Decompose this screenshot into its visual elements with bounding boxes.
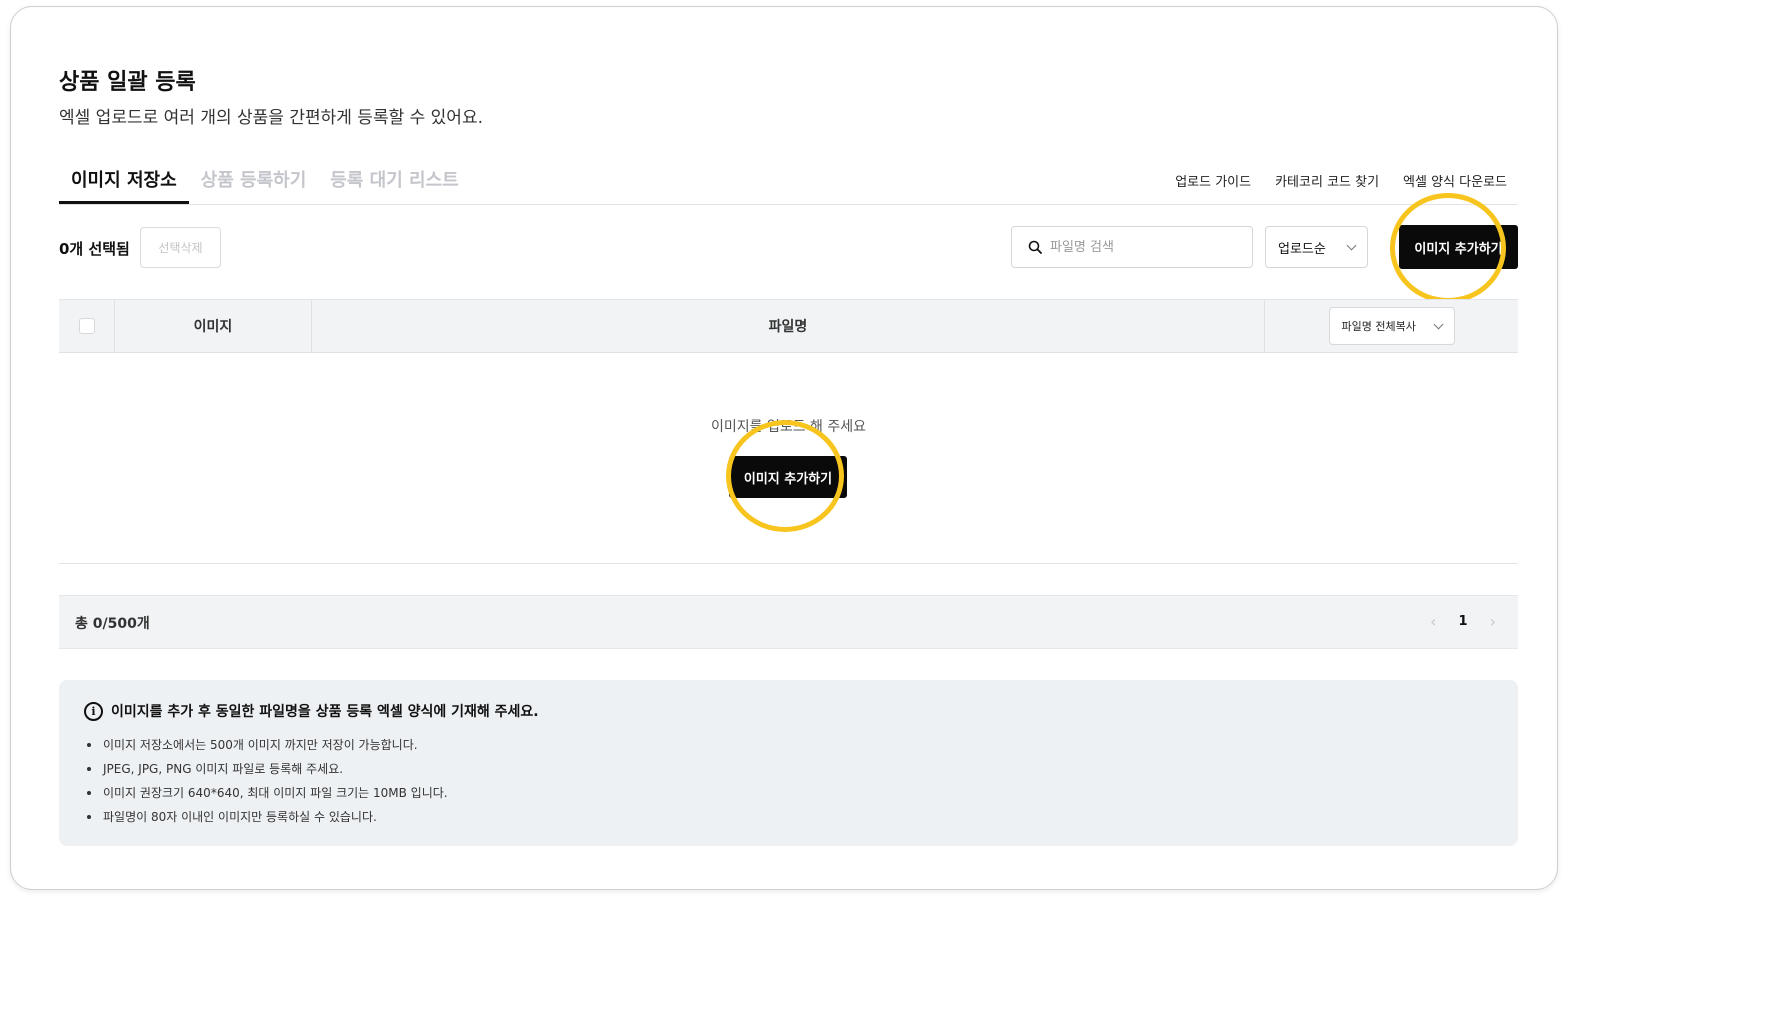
current-page[interactable]: 1 xyxy=(1459,614,1468,629)
notice-item: 이미지 저장소에서는 500개 이미지 까지만 저장이 가능합니다. xyxy=(87,736,448,760)
copy-cell: 파일명 전체복사 xyxy=(1265,300,1518,352)
empty-state-message: 이미지를 업로드 해 주세요 xyxy=(710,419,867,435)
add-image-button[interactable]: 이미지 추가하기 xyxy=(1399,225,1518,269)
sort-dropdown[interactable]: 업로드순 xyxy=(1265,226,1368,268)
category-code-link[interactable]: 카테코리 코드 찾기 xyxy=(1275,171,1379,190)
table-bottom-divider xyxy=(59,563,1518,564)
select-all-checkbox[interactable] xyxy=(78,318,95,334)
copy-all-label: 파일명 전체복사 xyxy=(1341,320,1416,333)
sort-value: 업로드순 xyxy=(1278,241,1326,257)
notice-item: 파일명이 80자 이내인 이미지만 등록하실 수 있습니다. xyxy=(87,808,448,832)
notice-box: i 이미지를 추가 후 동일한 파일명을 상품 등록 엑셀 양식에 기재해 주세… xyxy=(59,680,1518,846)
search-input[interactable] xyxy=(1050,239,1230,255)
selected-count: 0개 선택됨 xyxy=(59,240,130,258)
tab-bar: 이미지 저장소 상품 등록하기 등록 대기 리스트 xyxy=(59,160,471,206)
notice-item: JPEG, JPG, PNG 이미지 파일로 등록해 주세요. xyxy=(87,760,448,784)
pagination: ‹ 1 › xyxy=(1430,612,1496,631)
select-all-cell xyxy=(59,300,115,352)
upload-guide-link[interactable]: 업로드 가이드 xyxy=(1175,171,1251,190)
tab-pending-list[interactable]: 등록 대기 리스트 xyxy=(318,160,470,204)
notice-heading: i 이미지를 추가 후 동일한 파일명을 상품 등록 엑셀 양식에 기재해 주세… xyxy=(84,701,539,721)
notice-list: 이미지 저장소에서는 500개 이미지 까지만 저장이 가능합니다. JPEG,… xyxy=(87,736,448,832)
search-box[interactable] xyxy=(1011,226,1253,268)
info-icon: i xyxy=(84,701,103,721)
chevron-down-icon xyxy=(1433,319,1443,329)
delete-selected-button[interactable]: 선택삭제 xyxy=(140,227,221,268)
prev-page-icon[interactable]: ‹ xyxy=(1430,612,1436,631)
copy-all-filenames-dropdown[interactable]: 파일명 전체복사 xyxy=(1328,307,1455,345)
tabs-divider xyxy=(59,204,1518,205)
top-links: 업로드 가이드 카테코리 코드 찾기 엑셀 양식 다운로드 xyxy=(1175,171,1507,190)
column-header-image: 이미지 xyxy=(115,300,312,352)
tab-image-storage[interactable]: 이미지 저장소 xyxy=(59,160,189,204)
tab-product-register[interactable]: 상품 등록하기 xyxy=(189,160,319,204)
search-icon xyxy=(1028,240,1042,254)
table-footer: 총 0/500개 ‹ 1 › xyxy=(59,595,1518,649)
excel-template-download-link[interactable]: 엑셀 양식 다운로드 xyxy=(1403,171,1507,190)
table-header: 이미지 파일명 파일명 전체복사 xyxy=(59,299,1518,353)
page-subtitle: 엑셀 업로드로 여러 개의 상품을 간편하게 등록할 수 있어요. xyxy=(59,108,483,128)
column-header-filename: 파일명 xyxy=(312,300,1265,352)
notice-item: 이미지 권장크기 640*640, 최대 이미지 파일 크기는 10MB 입니다… xyxy=(87,784,448,808)
total-count: 총 0/500개 xyxy=(75,616,150,632)
notice-heading-text: 이미지를 추가 후 동일한 파일명을 상품 등록 엑셀 양식에 기재해 주세요. xyxy=(111,704,539,720)
next-page-icon[interactable]: › xyxy=(1490,612,1496,631)
chevron-down-icon xyxy=(1346,240,1357,250)
page-title: 상품 일괄 등록 xyxy=(59,70,196,95)
empty-add-image-button[interactable]: 이미지 추가하기 xyxy=(729,456,847,498)
